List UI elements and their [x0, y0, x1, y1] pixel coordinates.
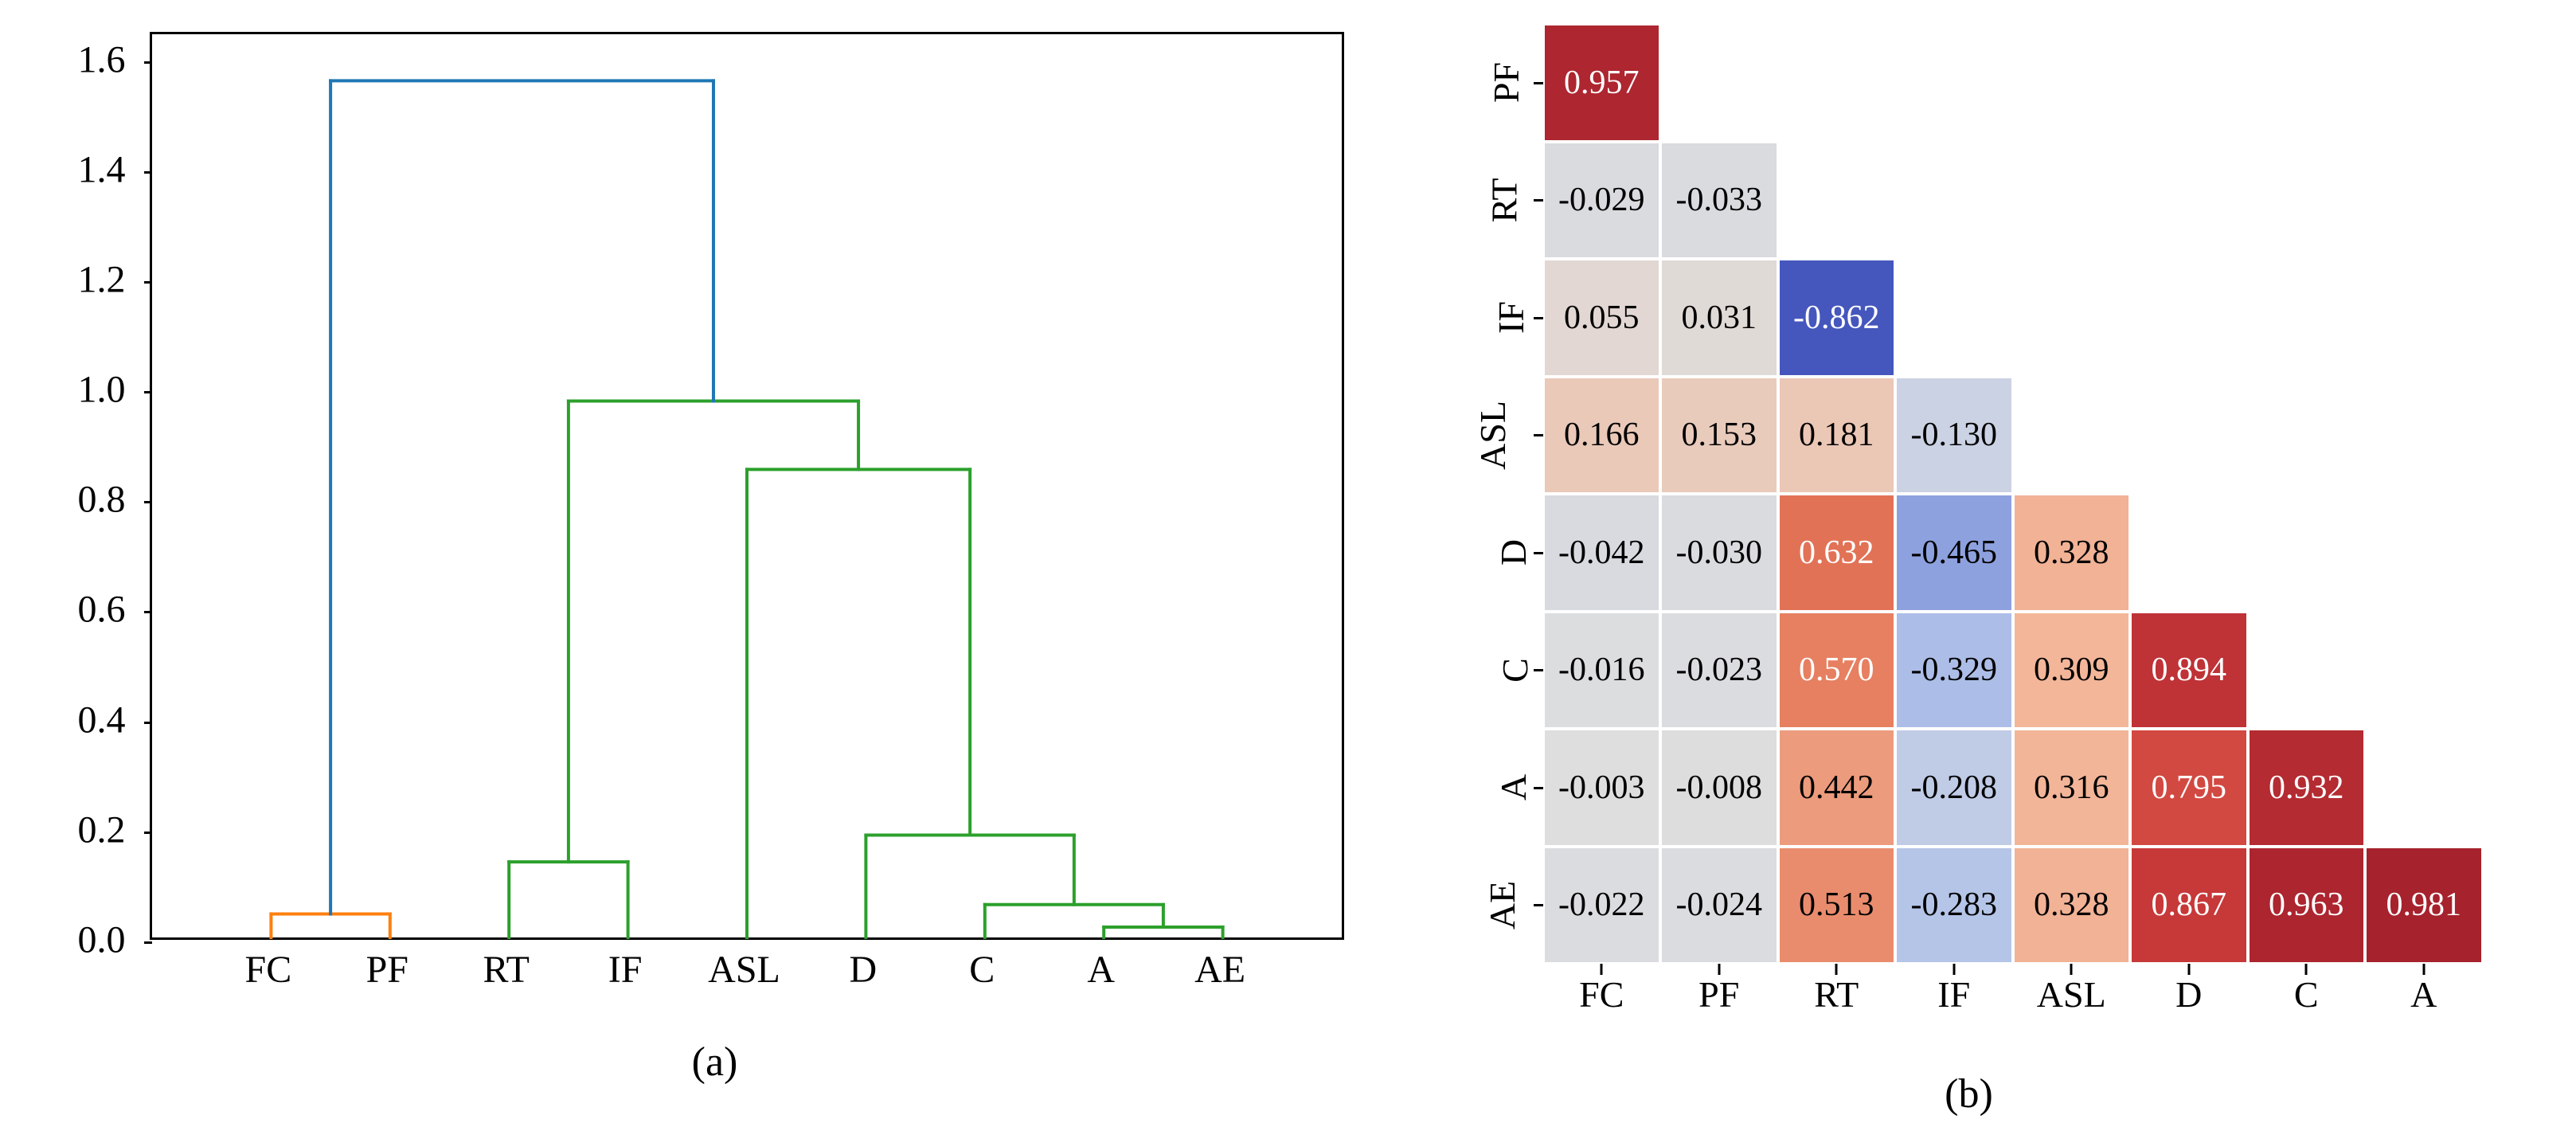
heatmap-x-label: C — [2294, 973, 2319, 1016]
dendrogram-lines — [152, 34, 1342, 937]
heatmap-cell: 0.181 — [1778, 377, 1896, 495]
heatmap-cell: -0.130 — [1895, 377, 2013, 495]
heatmap-cell: -0.030 — [1660, 494, 1778, 612]
heatmap-y-label: C — [1440, 612, 1527, 730]
heatmap-y-label: D — [1440, 494, 1527, 612]
heatmap-cell: 0.055 — [1543, 259, 1661, 377]
heatmap-y-label: RT — [1440, 142, 1527, 260]
heatmap-cell: -0.024 — [1660, 847, 1778, 965]
dendrogram-leaf-label: RT — [483, 948, 529, 992]
panel-a: 0.0 0.2 0.4 0.6 0.8 1.0 1.2 1.4 1.6 FC PF RT IF ASL D… — [78, 24, 1352, 1086]
heatmap-y-label: A — [1440, 729, 1527, 847]
heatmap-cell: 0.153 — [1660, 377, 1778, 495]
heatmap-cell: -0.283 — [1895, 847, 2013, 965]
heatmap-cell: 0.867 — [2130, 847, 2248, 965]
heatmap-cell: -0.862 — [1778, 259, 1896, 377]
heatmap-x-axis: FC PF RT IF ASL D C A — [1543, 973, 2483, 1021]
heatmap-y-label: ASL — [1440, 377, 1527, 495]
heatmap-cell: -0.033 — [1660, 142, 1778, 260]
panel-b-caption: (b) — [1945, 1070, 1993, 1117]
heatmap-cell: -0.003 — [1543, 729, 1661, 847]
heatmap-x-label: FC — [1579, 973, 1624, 1016]
heatmap-cell: -0.008 — [1660, 729, 1778, 847]
heatmap-cell: -0.329 — [1895, 612, 2013, 730]
heatmap-x-label: RT — [1814, 973, 1859, 1016]
heatmap-cell: 0.031 — [1660, 259, 1778, 377]
heatmap-x-label: D — [2175, 973, 2202, 1016]
heatmap-cell: 0.981 — [2365, 847, 2483, 965]
dendrogram-y-axis: 0.0 0.2 0.4 0.6 0.8 1.0 1.2 1.4 1.6 — [78, 24, 126, 1019]
heatmap-cell: 0.309 — [2013, 612, 2131, 730]
dendrogram-y-tick-label: 0.8 — [78, 478, 126, 522]
panel-a-caption: (a) — [692, 1039, 738, 1086]
dendrogram-leaf-label: PF — [366, 948, 408, 992]
dendrogram-leaf-label: ASL — [708, 948, 780, 992]
heatmap-y-label: PF — [1440, 24, 1527, 142]
dendrogram-y-tick-label: 1.6 — [78, 37, 126, 81]
heatmap-cell: 0.795 — [2130, 729, 2248, 847]
heatmap-y-axis: PFRTIFASLDCAAE — [1440, 24, 1543, 964]
heatmap-cell: 0.328 — [2013, 494, 2131, 612]
heatmap-cell: 0.963 — [2248, 847, 2366, 965]
dendrogram-y-tick-label: 0.6 — [78, 588, 126, 632]
dendrogram-y-tick-label: 1.0 — [78, 368, 126, 412]
dendrogram-leaf-label: A — [1087, 948, 1115, 992]
dendrogram-plot-area — [150, 32, 1344, 940]
dendrogram-leaf-label: IF — [608, 948, 643, 992]
heatmap-cell: -0.042 — [1543, 494, 1661, 612]
dendrogram-leaf-label: D — [850, 948, 878, 992]
dendrogram-x-axis: FC PF RT IF ASL D C A AE — [150, 948, 1344, 996]
heatmap-y-label: AE — [1440, 847, 1527, 965]
heatmap-cell: -0.465 — [1895, 494, 2013, 612]
heatmap-cell: 0.932 — [2248, 729, 2366, 847]
panel-b: PFRTIFASLDCAAE 0.957-0.029-0.0330.0550.0… — [1440, 24, 2499, 1117]
dendrogram-y-tick-label: 0.0 — [78, 918, 126, 962]
figure-root: 0.00.20.40.60.81.01.21.41.6 FCPFRTIFASLD… — [0, 0, 2576, 1131]
heatmap-cell: 0.632 — [1778, 494, 1896, 612]
heatmap-y-label: IF — [1440, 259, 1527, 377]
heatmap-cell: 0.328 — [2013, 847, 2131, 965]
dendrogram-y-tick-label: 0.2 — [78, 808, 126, 851]
heatmap-cells: 0.957-0.029-0.0330.0550.031-0.8620.1660.… — [1543, 24, 2483, 964]
dendrogram-y-tick-label: 1.4 — [78, 147, 126, 191]
heatmap-cell: 0.570 — [1778, 612, 1896, 730]
heatmap-x-label: ASL — [2037, 973, 2106, 1016]
heatmap-cell: -0.016 — [1543, 612, 1661, 730]
dendrogram-y-tick-label: 0.4 — [78, 698, 126, 742]
dendrogram-leaf-label: FC — [245, 948, 292, 992]
heatmap-cell: 0.442 — [1778, 729, 1896, 847]
heatmap-cell: -0.023 — [1660, 612, 1778, 730]
heatmap-cell: 0.513 — [1778, 847, 1896, 965]
dendrogram-leaf-label: AE — [1194, 948, 1245, 992]
heatmap-cell: 0.957 — [1543, 24, 1661, 142]
heatmap-cell: 0.894 — [2130, 612, 2248, 730]
dendrogram-plot: 0.0 0.2 0.4 0.6 0.8 1.0 1.2 1.4 1.6 FC PF RT IF ASL D… — [78, 24, 1352, 1019]
heatmap-x-label: IF — [1937, 973, 1970, 1016]
heatmap-x-label: A — [2410, 973, 2437, 1016]
heatmap-cell: 0.316 — [2013, 729, 2131, 847]
heatmap-cell: -0.208 — [1895, 729, 2013, 847]
dendrogram-y-tick-label: 1.2 — [78, 257, 126, 301]
heatmap-cell: -0.022 — [1543, 847, 1661, 965]
dendrogram-leaf-label: C — [969, 948, 995, 992]
heatmap-x-label: PF — [1698, 973, 1739, 1016]
heatmap-cell: -0.029 — [1543, 142, 1661, 260]
heatmap-cell: 0.166 — [1543, 377, 1661, 495]
heatmap-plot: PFRTIFASLDCAAE 0.957-0.029-0.0330.0550.0… — [1440, 24, 2499, 1051]
